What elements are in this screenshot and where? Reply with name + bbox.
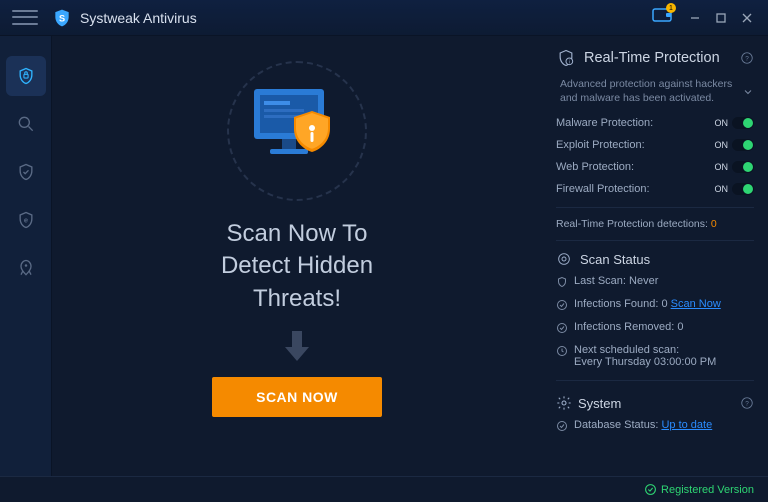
shield-info-icon: i xyxy=(556,48,576,68)
infections-removed-row: Infections Removed: 0 xyxy=(556,319,754,336)
infections-found-row: Infections Found: 0 Scan Now xyxy=(556,296,754,313)
arrow-down-icon xyxy=(281,327,313,363)
shield-small-icon xyxy=(556,276,568,288)
web-toggle[interactable] xyxy=(732,161,754,173)
main-panel: Scan Now To Detect Hidden Threats! SCAN … xyxy=(52,36,542,476)
rtp-desc: Advanced protection against hackers and … xyxy=(560,78,736,105)
svg-text:?: ? xyxy=(745,55,749,62)
info-icon[interactable]: ? xyxy=(740,51,754,65)
check-circle-icon xyxy=(556,420,568,432)
svg-text:i: i xyxy=(569,59,570,65)
check-circle-icon xyxy=(644,483,657,496)
protection-label: Firewall Protection: xyxy=(556,183,650,195)
headline: Scan Now To Detect Hidden Threats! xyxy=(221,218,373,315)
titlebar: S Systweak Antivirus 1 xyxy=(0,0,768,36)
hero-graphic xyxy=(197,66,397,196)
svg-text:?: ? xyxy=(745,401,749,408)
registered-label: Registered Version xyxy=(661,484,754,496)
protection-row: Web Protection: ON xyxy=(556,159,754,175)
svg-text:S: S xyxy=(59,13,65,23)
protection-row: Exploit Protection: ON xyxy=(556,137,754,153)
wallet-button[interactable]: 1 xyxy=(652,7,672,28)
app-title: Systweak Antivirus xyxy=(80,10,197,26)
scan-now-button[interactable]: SCAN NOW xyxy=(212,377,382,417)
scan-status-title: Scan Status xyxy=(580,252,754,267)
footer: Registered Version xyxy=(0,476,768,502)
minimize-button[interactable] xyxy=(682,5,708,31)
scan-target-icon xyxy=(556,251,572,267)
close-button[interactable] xyxy=(734,5,760,31)
scan-now-link[interactable]: Scan Now xyxy=(671,298,721,310)
protection-label: Malware Protection: xyxy=(556,117,653,129)
last-scan-row: Last Scan: Never xyxy=(556,273,754,290)
db-status-row: Database Status: Up to date xyxy=(556,417,754,434)
shield-check-icon xyxy=(16,162,36,182)
info-icon[interactable]: ? xyxy=(740,396,754,410)
firewall-toggle[interactable] xyxy=(732,183,754,195)
nav-protection[interactable] xyxy=(6,152,46,192)
rtp-detections: Real-Time Protection detections: 0 xyxy=(556,218,754,230)
app-logo-icon: S xyxy=(52,8,72,28)
search-icon xyxy=(16,114,36,134)
db-status-link[interactable]: Up to date xyxy=(661,419,712,431)
wallet-badge: 1 xyxy=(666,3,676,13)
gear-icon xyxy=(556,395,572,411)
shield-e-icon: e xyxy=(16,210,36,230)
shield-lock-icon xyxy=(16,66,36,86)
clock-icon xyxy=(556,345,568,357)
maximize-button[interactable] xyxy=(708,5,734,31)
svg-text:e: e xyxy=(23,216,27,225)
rtp-title: Real-Time Protection xyxy=(584,50,732,66)
protection-label: Web Protection: xyxy=(556,161,634,173)
check-circle-icon xyxy=(556,322,568,334)
nav-boost[interactable] xyxy=(6,248,46,288)
nav-scan[interactable] xyxy=(6,104,46,144)
system-title: System xyxy=(578,396,734,411)
next-scheduled-row: Next scheduled scan: Every Thursday 03:0… xyxy=(556,342,754,370)
protection-row: Firewall Protection: ON xyxy=(556,181,754,197)
protection-label: Exploit Protection: xyxy=(556,139,645,151)
window-controls xyxy=(682,5,760,31)
malware-toggle[interactable] xyxy=(732,117,754,129)
right-panel: i Real-Time Protection ? Advanced protec… xyxy=(542,36,768,476)
protection-row: Malware Protection: ON xyxy=(556,115,754,131)
nav-dashboard[interactable] xyxy=(6,56,46,96)
nav-quarantine[interactable]: e xyxy=(6,200,46,240)
rocket-icon xyxy=(16,258,36,278)
sidebar: e xyxy=(0,36,52,476)
menu-button[interactable] xyxy=(12,8,38,28)
check-circle-icon xyxy=(556,299,568,311)
chevron-down-icon[interactable] xyxy=(742,86,754,98)
exploit-toggle[interactable] xyxy=(732,139,754,151)
